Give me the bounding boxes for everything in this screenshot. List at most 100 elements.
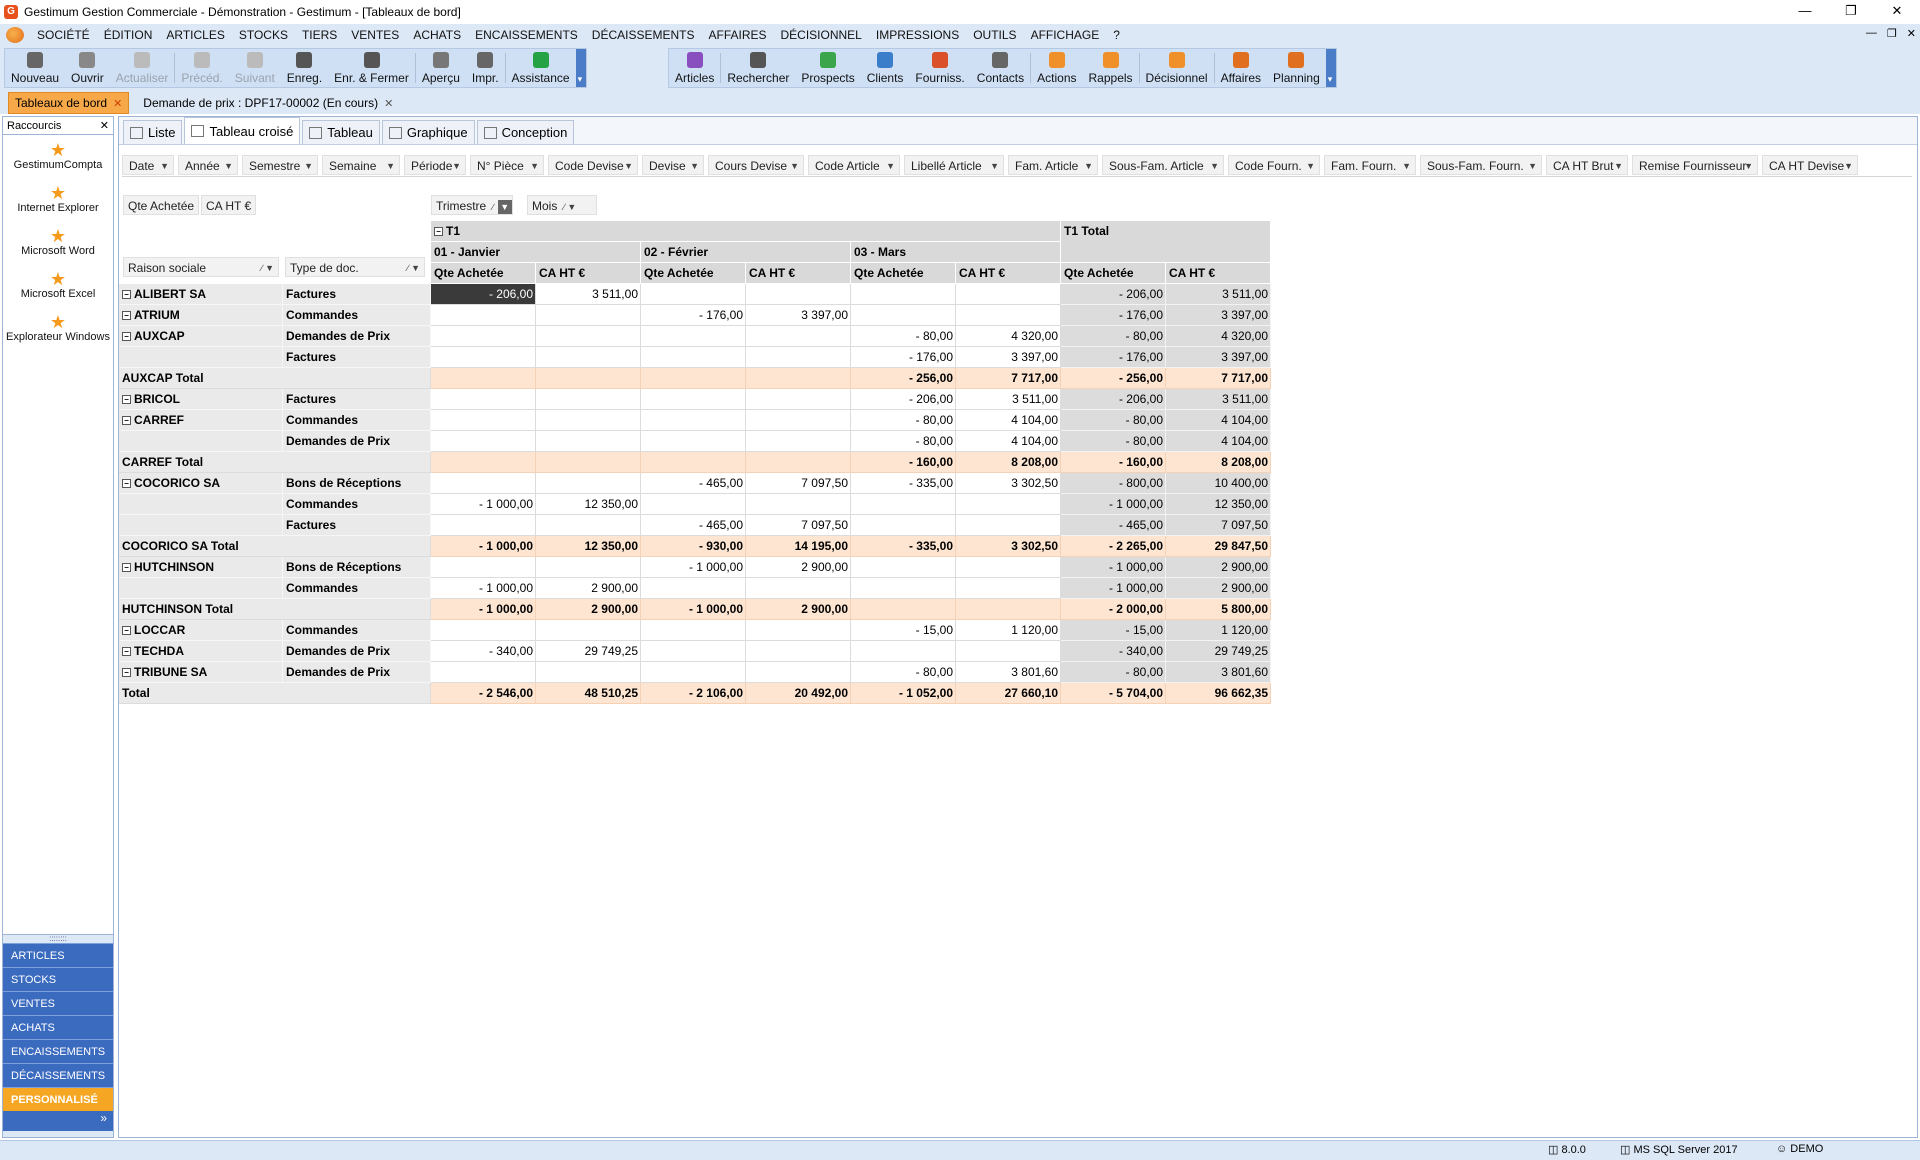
row-name: − CARREF <box>119 410 283 431</box>
pivot-value: - 176,00 <box>641 305 746 326</box>
pivot-value <box>956 284 1061 305</box>
pivot-value <box>431 368 536 389</box>
column-field-trimestre[interactable]: Trimestre ∕ ▼ <box>431 195 513 215</box>
mdi-restore-icon[interactable]: ❐ <box>1887 27 1897 40</box>
row-field-type-doc[interactable]: Type de doc. ∕ ▼ <box>285 257 425 277</box>
menu-articles[interactable]: ARTICLES <box>159 28 231 42</box>
menu-help[interactable]: ? <box>1106 28 1127 42</box>
actualiser-button[interactable]: Actualiser <box>110 49 175 87</box>
planning-button[interactable]: Planning <box>1267 49 1326 87</box>
menu-decisionnel[interactable]: DÉCISIONNEL <box>774 28 869 42</box>
shortcut-microsoft-word[interactable]: ★ Microsoft Word <box>3 227 113 258</box>
collapse-icon[interactable]: − <box>122 647 131 657</box>
toolbar-options-icon[interactable] <box>1325 49 1336 87</box>
prospects-button[interactable]: Prospects <box>795 49 860 87</box>
nouveau-button[interactable]: Nouveau <box>5 49 65 87</box>
menu-societe[interactable]: SOCIÉTÉ <box>30 28 97 42</box>
collapse-icon[interactable]: − <box>122 395 131 405</box>
mdi-minimize-icon[interactable]: — <box>1866 27 1877 40</box>
window-title: Gestimum Gestion Commerciale - Démonstra… <box>24 5 461 19</box>
collapse-icon[interactable]: − <box>122 311 131 321</box>
pivot-value: 96 662,35 <box>1166 683 1271 704</box>
pivot-value: 2 900,00 <box>746 599 851 620</box>
close-tab-icon[interactable]: ✕ <box>113 97 122 110</box>
minimize-button[interactable]: — <box>1782 0 1828 22</box>
rappels-button[interactable]: Rappels <box>1083 49 1139 87</box>
ouvrir-button[interactable]: Ouvrir <box>65 49 110 87</box>
collapse-icon[interactable]: − <box>122 416 131 426</box>
shortcuts-list: ★ GestimumCompta ★ Internet Explorer ★ Micros… <box>3 135 113 935</box>
module-encaissements[interactable]: ENCAISSEMENTS <box>3 1039 113 1063</box>
clients-button[interactable]: Clients <box>861 49 910 87</box>
status-bar: ◫ 8.0.0 ◫ MS SQL Server 2017 ☺ DEMO <box>0 1140 1920 1160</box>
data-field-ca[interactable]: CA HT € <box>201 195 257 215</box>
rechercher-button[interactable]: Rechercher <box>721 49 795 87</box>
dashboard-main: Liste Tableau croisé Tableau Graphique Conce… <box>118 116 1918 1138</box>
contacts-button[interactable]: Contacts <box>971 49 1030 87</box>
pivot-value: - 80,00 <box>1061 431 1166 452</box>
shortcut-microsoft-excel[interactable]: ★ Microsoft Excel <box>3 270 113 301</box>
menu-affichage[interactable]: AFFICHAGE <box>1024 28 1107 42</box>
close-tab-icon[interactable]: ✕ <box>384 97 393 110</box>
more-modules-button[interactable]: » <box>3 1111 113 1131</box>
collapse-icon[interactable]: − <box>122 290 131 300</box>
menu-tiers[interactable]: TIERS <box>295 28 344 42</box>
close-panel-icon[interactable]: ✕ <box>100 119 109 132</box>
restore-button[interactable]: ❐ <box>1828 0 1874 22</box>
menu-ventes[interactable]: VENTES <box>344 28 406 42</box>
enr-fermer-button[interactable]: Enr. & Fermer <box>328 49 415 87</box>
shortcut-internet-explorer[interactable]: ★ Internet Explorer <box>3 184 113 215</box>
mdi-close-icon[interactable]: ✕ <box>1907 27 1916 40</box>
app-menu-icon[interactable] <box>6 27 24 43</box>
suivant-button[interactable]: Suivant <box>229 49 281 87</box>
collapse-icon[interactable]: − <box>122 626 131 636</box>
articles-button[interactable]: Articles <box>669 49 720 87</box>
menu-outils[interactable]: OUTILS <box>966 28 1023 42</box>
enreg-button[interactable]: Enreg. <box>281 49 328 87</box>
close-button[interactable]: ✕ <box>1874 0 1920 22</box>
doc-tab-demande-de-prix-dpf17-00002-en[interactable]: Demande de prix : DPF17-00002 (En cours)… <box>137 92 399 114</box>
menu-edition[interactable]: ÉDITION <box>97 28 160 42</box>
menu-decaissements[interactable]: DÉCAISSEMENTS <box>585 28 702 42</box>
assistance-button[interactable]: Assistance <box>506 49 576 87</box>
collapse-icon[interactable]: − <box>122 668 131 678</box>
menu-achats[interactable]: ACHATS <box>406 28 468 42</box>
menu-impressions[interactable]: IMPRESSIONS <box>869 28 966 42</box>
shortcut-explorateur-windows[interactable]: ★ Explorateur Windows <box>3 313 113 344</box>
doc-tab-tableaux-de-bord[interactable]: Tableaux de bord ✕ <box>8 92 130 114</box>
collapse-icon[interactable]: − <box>122 563 131 573</box>
menu-stocks[interactable]: STOCKS <box>232 28 295 42</box>
column-field-mois[interactable]: Mois ∕ ▼ <box>527 195 597 215</box>
row-name-label: LOCCAR <box>134 623 186 637</box>
shortcut-gestimumcompta[interactable]: ★ GestimumCompta <box>3 141 113 172</box>
row-name: − ATRIUM <box>119 305 283 326</box>
collapse-icon[interactable]: − <box>122 332 131 342</box>
clients-label: Clients <box>866 71 904 85</box>
filter-dropdown-icon[interactable]: ▼ <box>497 199 512 214</box>
menu-encaissements[interactable]: ENCAISSEMENTS <box>468 28 585 42</box>
data-field-qte[interactable]: Qte Achetée <box>123 195 200 215</box>
fourniss-button[interactable]: Fourniss. <box>909 49 970 87</box>
row-doc-type: Commandes <box>283 578 431 599</box>
menu-affaires[interactable]: AFFAIRES <box>701 28 773 42</box>
row-field-raison-sociale[interactable]: Raison sociale ∕ ▼ <box>123 257 279 277</box>
pivot-grid: Qte Achetée CA HT € Trimestre ∕ ▼ Mois ∕ ▼ … <box>119 117 1917 1117</box>
panel-splitter[interactable]: :::::::: <box>3 935 113 943</box>
module-articles[interactable]: ARTICLES <box>3 943 113 967</box>
module-decaissements[interactable]: DÉCAISSEMENTS <box>3 1063 113 1087</box>
toolbar-options-icon[interactable] <box>575 49 586 87</box>
module-stocks[interactable]: STOCKS <box>3 967 113 991</box>
module-personnalise[interactable]: PERSONNALISÉ <box>3 1087 113 1111</box>
collapse-icon[interactable]: − <box>434 227 443 237</box>
affaires-button[interactable]: Affaires <box>1215 49 1267 87</box>
collapse-icon[interactable]: − <box>122 479 131 489</box>
module-ventes[interactable]: VENTES <box>3 991 113 1015</box>
module-achats[interactable]: ACHATS <box>3 1015 113 1039</box>
row-total-label: HUTCHINSON Total <box>119 599 431 620</box>
decisionnel-button[interactable]: Décisionnel <box>1140 49 1214 87</box>
actions-button[interactable]: Actions <box>1031 49 1082 87</box>
row-name-label: TRIBUNE SA <box>134 665 208 679</box>
apercu-button[interactable]: Aperçu <box>416 49 466 87</box>
impr-button[interactable]: Impr. <box>466 49 505 87</box>
preced-button[interactable]: Précéd. <box>175 49 228 87</box>
